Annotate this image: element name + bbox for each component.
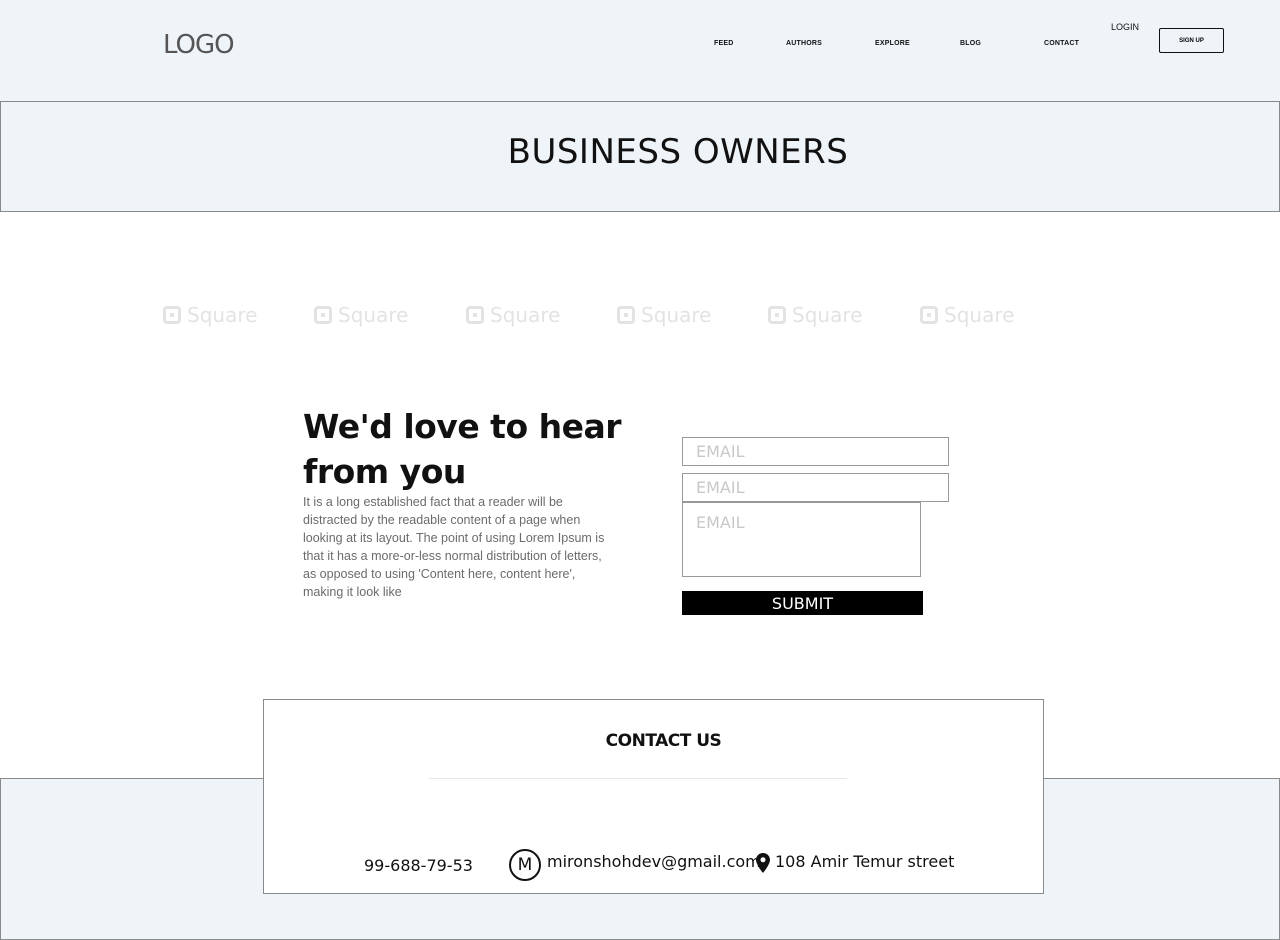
nav-explore[interactable]: EXPLORE bbox=[875, 40, 910, 47]
logo[interactable]: LOGO bbox=[163, 30, 235, 60]
contact-form-description: It is a long established fact that a rea… bbox=[303, 495, 605, 599]
phone-number: 99-688-79-53 bbox=[364, 856, 473, 875]
nav-authors[interactable]: AUTHORS bbox=[786, 40, 822, 47]
email-field-2[interactable]: EMAIL bbox=[682, 473, 949, 502]
square-logo-icon bbox=[768, 306, 786, 324]
nav-contact[interactable]: CONTACT bbox=[1044, 40, 1079, 47]
partner-logo: Square bbox=[466, 303, 560, 327]
partner-logo: Square bbox=[314, 303, 408, 327]
contact-card: CONTACT US 99-688-79-53 M mironshohdev@g… bbox=[263, 699, 1044, 894]
banner-title: BUSINESS OWNERS bbox=[507, 132, 849, 172]
contact-form-title: We'd love to hear from you bbox=[303, 407, 622, 491]
partner-name: Square bbox=[792, 303, 863, 327]
square-logo-icon bbox=[617, 306, 635, 324]
square-logo-icon bbox=[163, 306, 181, 324]
email-field-2-placeholder: EMAIL bbox=[696, 478, 745, 497]
square-logo-icon bbox=[920, 306, 938, 324]
partner-logo: Square bbox=[768, 303, 862, 327]
square-logo-icon bbox=[466, 306, 484, 324]
partner-name: Square bbox=[490, 303, 561, 327]
email-field-1-placeholder: EMAIL bbox=[696, 442, 745, 461]
message-field-placeholder: EMAIL bbox=[696, 513, 745, 532]
nav-blog[interactable]: BLOG bbox=[960, 40, 981, 47]
divider bbox=[429, 778, 847, 779]
partner-logo: Square bbox=[163, 303, 257, 327]
location-pin-icon bbox=[756, 853, 770, 873]
contact-us-title: CONTACT US bbox=[605, 731, 722, 751]
street-address: 108 Amir Temur street bbox=[775, 852, 955, 871]
partner-name: Square bbox=[338, 303, 409, 327]
email-field-1[interactable]: EMAIL bbox=[682, 437, 949, 466]
partner-name: Square bbox=[944, 303, 1015, 327]
banner: BUSINESS OWNERS bbox=[0, 101, 1280, 212]
signup-button[interactable]: SIGN UP bbox=[1159, 28, 1224, 53]
email-address[interactable]: mironshohdev@gmail.com bbox=[547, 852, 761, 871]
square-logo-icon bbox=[314, 306, 332, 324]
nav-feed[interactable]: FEED bbox=[714, 40, 733, 47]
partner-logo: Square bbox=[617, 303, 711, 327]
header: LOGO FEED AUTHORS EXPLORE BLOG CONTACT L… bbox=[0, 0, 1280, 101]
login-link[interactable]: LOGIN bbox=[1111, 22, 1139, 32]
partner-name: Square bbox=[187, 303, 258, 327]
partner-logo: Square bbox=[920, 303, 1014, 327]
message-field[interactable]: EMAIL bbox=[682, 502, 921, 577]
submit-button[interactable]: SUBMIT bbox=[682, 591, 923, 615]
mail-icon: M bbox=[509, 849, 541, 881]
partner-name: Square bbox=[641, 303, 712, 327]
